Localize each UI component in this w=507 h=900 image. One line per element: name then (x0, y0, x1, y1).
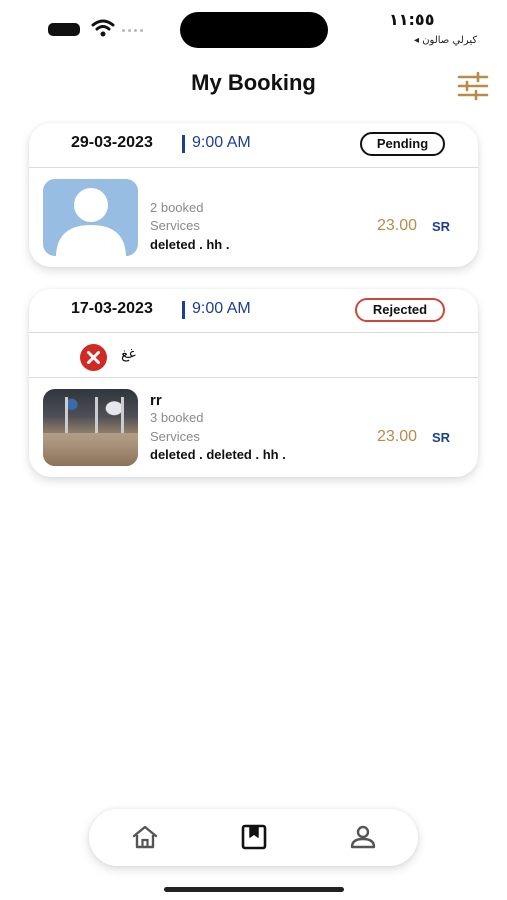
booking-date: 17-03-2023 (71, 300, 153, 317)
booking-date: 29-03-2023 (71, 134, 153, 151)
services-list: deleted . deleted . hh . (150, 447, 286, 462)
close-circle-icon (80, 344, 107, 371)
page-title: My Booking (191, 70, 316, 95)
sliders-icon[interactable] (456, 71, 490, 101)
booking-card-header: 29-03-2023 9:00 AM Pending (29, 123, 478, 167)
booking-price: 23.00 (377, 217, 418, 234)
wifi-icon (91, 19, 115, 37)
booking-card-header: 17-03-2023 9:00 AM Rejected (29, 289, 478, 333)
booking-price: 23.00 (377, 428, 418, 445)
back-to-app-link[interactable]: ◂ كيرلي صالون (414, 35, 477, 46)
time-separator (182, 135, 185, 153)
salon-photo (43, 389, 138, 466)
booking-time: 9:00 AM (192, 134, 251, 151)
status-time: ١١:٥٥ (389, 10, 435, 29)
booked-count: 2 booked (150, 200, 204, 215)
bookmark-icon[interactable] (239, 823, 269, 851)
status-badge: Rejected (355, 298, 445, 322)
service-name: rr (150, 392, 162, 409)
screen: ١١:٥٥ ◂ كيرلي صالون My Booking 29-03-202… (0, 0, 507, 900)
booked-count: 3 booked (150, 410, 204, 425)
home-icon[interactable] (130, 823, 160, 851)
currency: SR (432, 219, 451, 234)
avatar (43, 179, 138, 256)
currency: SR (432, 430, 451, 445)
divider (29, 167, 478, 168)
services-list: deleted . hh . (150, 237, 230, 252)
cellular-signal-icon (122, 29, 148, 35)
booking-card[interactable]: 29-03-2023 9:00 AM Pending 2 booked Serv… (29, 123, 478, 267)
battery-icon (48, 23, 80, 36)
status-badge: Pending (360, 132, 445, 156)
time-separator (182, 301, 185, 319)
services-label: Services (150, 218, 200, 233)
divider (29, 377, 478, 378)
person-placeholder-icon (56, 188, 126, 256)
booking-time: 9:00 AM (192, 300, 251, 317)
tab-bar (89, 809, 418, 866)
dynamic-island (180, 12, 328, 48)
home-indicator[interactable] (164, 887, 344, 892)
profile-icon[interactable] (348, 823, 378, 851)
services-label: Services (150, 429, 200, 444)
booking-card[interactable]: 17-03-2023 9:00 AM Rejected غغ rr 3 book… (29, 289, 478, 477)
reject-reason: غغ (121, 346, 136, 362)
divider (29, 332, 478, 333)
status-bar: ١١:٥٥ ◂ كيرلي صالون (0, 0, 507, 60)
